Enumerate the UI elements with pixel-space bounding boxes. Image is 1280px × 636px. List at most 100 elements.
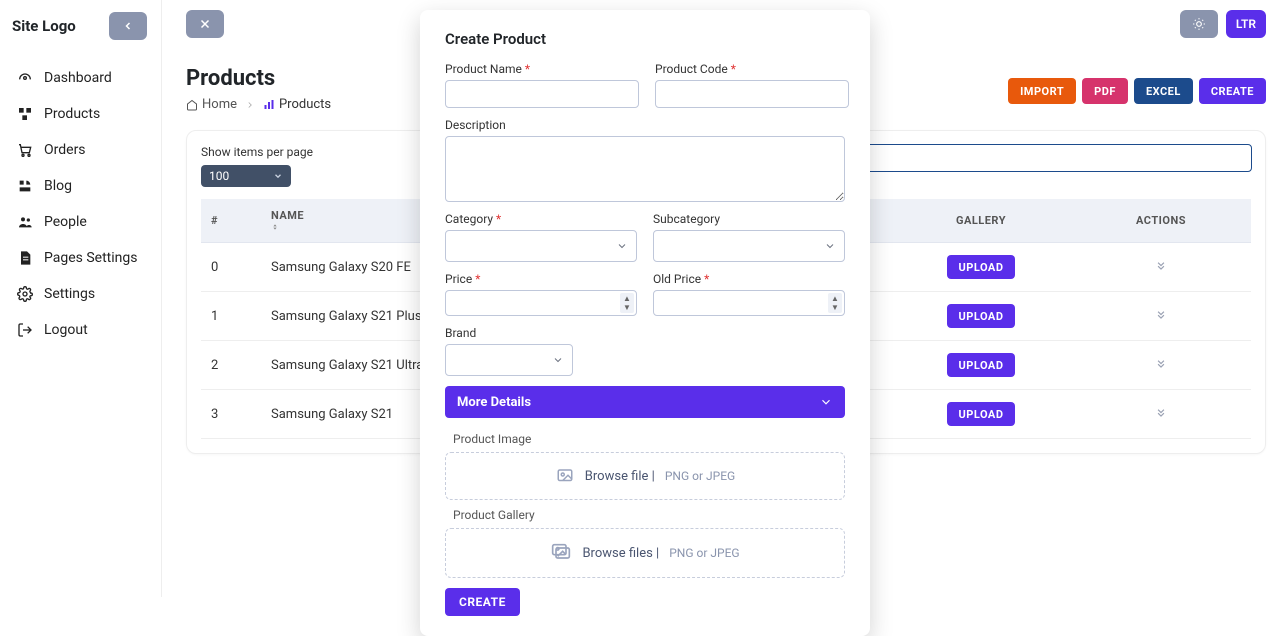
required-marker: * <box>704 272 709 286</box>
close-icon <box>199 18 211 30</box>
theme-toggle-button[interactable] <box>1180 10 1218 38</box>
chevron-down-icon <box>819 395 833 409</box>
users-icon <box>16 214 34 230</box>
label-text: Product Name <box>445 62 522 76</box>
items-per-page-select[interactable]: 100 <box>201 165 291 187</box>
label-text: Old Price <box>653 272 701 286</box>
close-button[interactable] <box>186 10 224 38</box>
label-text: Product Code <box>655 62 728 76</box>
gear-icon <box>16 286 34 302</box>
blog-icon <box>16 178 34 194</box>
chevron-down-icon <box>824 240 836 252</box>
chevron-left-icon <box>122 20 134 32</box>
pdf-button[interactable]: PDF <box>1082 78 1128 104</box>
category-select[interactable] <box>445 230 637 262</box>
breadcrumb-home[interactable]: Home <box>186 97 237 112</box>
actions-menu-button[interactable] <box>1081 405 1241 419</box>
button-label: PDF <box>1094 85 1116 98</box>
sidebar-item-label: People <box>44 214 87 230</box>
sidebar-item-logout[interactable]: Logout <box>8 312 153 348</box>
direction-toggle-button[interactable]: LTR <box>1226 10 1266 38</box>
brand-select[interactable] <box>445 344 573 376</box>
sidebar-collapse-button[interactable] <box>109 12 147 40</box>
site-logo: Site Logo <box>12 18 76 35</box>
row-gallery: UPLOAD <box>891 341 1071 390</box>
actions-menu-button[interactable] <box>1081 258 1241 272</box>
product-image-upload[interactable]: Browse file | PNG or JPEG <box>445 452 845 500</box>
sidebar: Site Logo Dashboard Products Orders <box>0 0 162 597</box>
description-label: Description <box>445 118 845 132</box>
more-details-toggle[interactable]: More Details <box>445 386 845 418</box>
upload-button[interactable]: UPLOAD <box>947 353 1016 377</box>
chevron-right-icon <box>245 100 255 110</box>
upload-button[interactable]: UPLOAD <box>947 255 1016 279</box>
sidebar-item-pages-settings[interactable]: Pages Settings <box>8 240 153 276</box>
subcategory-label: Subcategory <box>653 212 845 226</box>
browse-file-text: Browse file | <box>585 469 655 484</box>
page-actions: IMPORT PDF EXCEL CREATE <box>1008 78 1266 104</box>
upload-button[interactable]: UPLOAD <box>947 304 1016 328</box>
price-label: Price * <box>445 272 637 286</box>
sidebar-item-label: Logout <box>44 322 88 338</box>
sidebar-item-products[interactable]: Products <box>8 96 153 132</box>
old-price-label: Old Price * <box>653 272 845 286</box>
breadcrumb-current: Products <box>263 97 331 112</box>
boxes-icon <box>16 106 34 122</box>
row-gallery: UPLOAD <box>891 390 1071 439</box>
chevron-down-icon <box>616 240 628 252</box>
home-icon <box>186 99 198 111</box>
column-name-label: NAME <box>271 209 304 222</box>
excel-button[interactable]: EXCEL <box>1134 78 1193 104</box>
create-button[interactable]: CREATE <box>1199 78 1266 104</box>
product-gallery-upload[interactable]: Browse files | PNG or JPEG <box>445 528 845 578</box>
required-marker: * <box>496 212 501 226</box>
create-submit-button[interactable]: CREATE <box>445 588 520 616</box>
sidebar-item-people[interactable]: People <box>8 204 153 240</box>
sidebar-item-dashboard[interactable]: Dashboard <box>8 60 153 96</box>
button-label: CREATE <box>1211 85 1254 98</box>
required-marker: * <box>525 62 530 76</box>
items-per-page-value: 100 <box>209 169 229 183</box>
sidebar-item-settings[interactable]: Settings <box>8 276 153 312</box>
subcategory-select[interactable] <box>653 230 845 262</box>
row-index: 3 <box>201 390 261 439</box>
product-code-input[interactable] <box>655 80 849 108</box>
import-button[interactable]: IMPORT <box>1008 78 1076 104</box>
sidebar-item-blog[interactable]: Blog <box>8 168 153 204</box>
upload-hint: PNG or JPEG <box>665 469 735 483</box>
old-price-input[interactable]: ▲▼ <box>653 290 845 316</box>
upload-hint: PNG or JPEG <box>669 546 739 560</box>
required-marker: * <box>731 62 736 76</box>
label-text: Category <box>445 212 493 226</box>
actions-menu-button[interactable] <box>1081 307 1241 321</box>
row-actions <box>1071 243 1251 292</box>
sidebar-item-label: Settings <box>44 286 95 302</box>
sidebar-nav: Dashboard Products Orders Blog People <box>8 60 153 348</box>
actions-menu-button[interactable] <box>1081 356 1241 370</box>
row-index: 0 <box>201 243 261 292</box>
number-spinner-icon: ▲▼ <box>828 293 842 313</box>
sidebar-item-label: Dashboard <box>44 70 112 86</box>
column-index[interactable]: # <box>201 199 261 243</box>
sidebar-item-label: Blog <box>44 178 72 194</box>
more-details-label: More Details <box>457 395 531 410</box>
price-input[interactable]: ▲▼ <box>445 290 637 316</box>
sidebar-item-orders[interactable]: Orders <box>8 132 153 168</box>
breadcrumb-current-label: Products <box>279 97 331 112</box>
row-index: 2 <box>201 341 261 390</box>
row-actions <box>1071 341 1251 390</box>
row-gallery: UPLOAD <box>891 243 1071 292</box>
button-label: CREATE <box>459 595 506 609</box>
product-name-label: Product Name * <box>445 62 639 76</box>
search-input[interactable] <box>842 144 1252 172</box>
browse-files-text: Browse files | <box>582 546 659 561</box>
upload-button[interactable]: UPLOAD <box>947 402 1016 426</box>
product-name-input[interactable] <box>445 80 639 108</box>
sidebar-item-label: Products <box>44 106 100 122</box>
product-gallery-label: Product Gallery <box>453 508 845 522</box>
chart-icon <box>263 99 275 111</box>
image-icon <box>555 467 575 485</box>
create-product-modal: Create Product Product Name * Product Co… <box>420 10 870 636</box>
description-textarea[interactable] <box>445 136 845 202</box>
row-actions <box>1071 390 1251 439</box>
